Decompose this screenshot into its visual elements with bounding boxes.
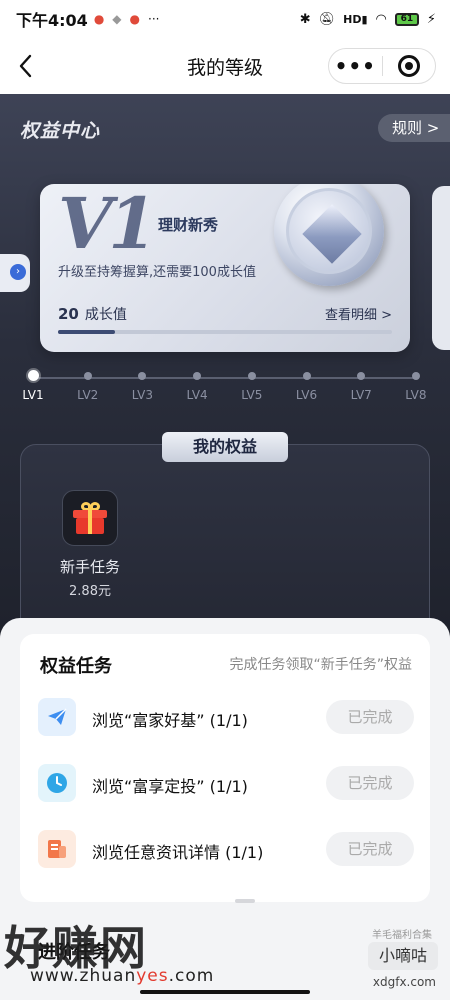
growth-value: 20 成长值: [58, 304, 127, 324]
rights-item-newbie[interactable]: [62, 490, 118, 546]
task-card-hint: 完成任务领取“新手任务”权益: [229, 657, 412, 673]
level-step-dot[interactable]: [247, 372, 256, 380]
notification-dot-icon: ●: [129, 12, 141, 26]
level-card: V1 理财新秀 升级至持筹握算,还需要100成长值 20 成长值 查看明细 >: [40, 184, 410, 352]
wifi-icon: ◠: [375, 11, 387, 27]
coin-inner: [286, 188, 372, 274]
task-label: 浏览“富家好基” (1/1): [92, 711, 248, 730]
level-step-label[interactable]: LV8: [396, 388, 436, 402]
paper-plane-icon: [38, 698, 76, 736]
close-button[interactable]: [382, 55, 435, 77]
level-step-label[interactable]: LV2: [68, 388, 108, 402]
level-step-label[interactable]: LV3: [122, 388, 162, 402]
more-button[interactable]: •••: [329, 54, 382, 78]
target-icon: [397, 55, 420, 77]
page-title: 我的等级: [186, 56, 263, 79]
battery-icon: 61: [394, 12, 419, 26]
task-card-title: 权益任务: [40, 656, 112, 677]
rules-button[interactable]: 规则 >: [378, 114, 450, 142]
growth-progress-fill: [58, 330, 115, 334]
watermark-badge-caption: 羊毛福利合集: [372, 930, 432, 941]
level-step-label[interactable]: LV5: [232, 388, 272, 402]
sheet-handle[interactable]: [235, 899, 255, 903]
task-done-button[interactable]: 已完成: [326, 832, 414, 866]
level-upgrade-hint: 升级至持筹握算,还需要100成长值: [58, 265, 256, 280]
growth-unit: 成长值: [84, 307, 127, 323]
watermark-site: xdgfx.com: [372, 975, 436, 989]
home-indicator[interactable]: [140, 990, 310, 994]
notification-dot-icon: ●: [93, 12, 105, 26]
side-floating-tab[interactable]: ›: [0, 254, 30, 292]
level-step-label[interactable]: LV7: [341, 388, 381, 402]
task-label: 浏览任意资讯详情 (1/1): [92, 843, 264, 862]
hd-signal-icon: HD▮: [343, 12, 368, 26]
watermark-badge: 小嘀咕: [368, 942, 438, 970]
notification-icons: ● ◆ ● ···: [94, 12, 160, 26]
level-step-dot[interactable]: [83, 372, 92, 380]
level-coin-icon: [274, 184, 384, 286]
status-bar: 下午4:04 ● ◆ ● ··· ✱ 🔕︎ HD▮ ◠ 61 ⚡: [0, 0, 450, 38]
level-step-label[interactable]: LV1: [13, 388, 53, 402]
level-step-dot[interactable]: [27, 370, 39, 381]
status-time: 下午4:04: [16, 11, 88, 30]
watermark-url-mid: yes: [136, 966, 169, 986]
bluetooth-icon: ✱: [299, 11, 311, 27]
status-right: ✱ 🔕︎ HD▮ ◠ 61 ⚡: [300, 12, 436, 27]
clock-icon: [38, 764, 76, 802]
document-icon: [38, 830, 76, 868]
rights-item-value: 2.88元: [69, 584, 111, 599]
charging-icon: ⚡: [426, 11, 436, 27]
task-done-button[interactable]: 已完成: [326, 766, 414, 800]
task-done-button[interactable]: 已完成: [326, 700, 414, 734]
next-level-card-peek[interactable]: [432, 186, 450, 350]
watermark-url-suffix: .com: [168, 966, 215, 986]
hero-title: 权益中心: [20, 120, 101, 142]
task-row: 浏览任意资讯详情 (1/1) 已完成: [38, 830, 414, 870]
task-row: 浏览“富享定投” (1/1) 已完成: [38, 764, 414, 804]
task-label: 浏览“富享定投” (1/1): [92, 777, 248, 796]
level-step-dot[interactable]: [411, 372, 420, 380]
watermark-url-prefix: www.zhuan: [30, 966, 137, 986]
gift-icon: [73, 502, 107, 534]
chevron-right-icon: ›: [10, 264, 26, 280]
level-badge-text: V1: [58, 184, 157, 265]
level-step-label[interactable]: LV4: [177, 388, 217, 402]
more-notifications: ···: [148, 12, 160, 26]
task-row: 浏览“富家好基” (1/1) 已完成: [38, 698, 414, 738]
rights-task-card: 权益任务 完成任务领取“新手任务”权益 浏览“富家好基” (1/1) 已完成 浏…: [20, 634, 430, 903]
notification-app-icon: ◆: [112, 12, 122, 26]
view-detail-link[interactable]: 查看明细 >: [325, 304, 392, 323]
diamond-icon: [302, 204, 362, 264]
watermark-url: www.zhuanyes.com: [30, 966, 214, 986]
level-hero: 权益中心 规则 > › V1 理财新秀 升级至持筹握算,还需要100成长值 20…: [0, 94, 450, 664]
growth-progress-bar: [58, 330, 392, 334]
my-rights-tab: 我的权益: [162, 432, 288, 462]
level-step-label[interactable]: LV6: [287, 388, 327, 402]
rights-item-name: 新手任务: [59, 558, 120, 576]
back-button[interactable]: [14, 52, 38, 80]
chevron-left-icon: [19, 54, 32, 78]
level-step-dot[interactable]: [302, 372, 311, 380]
mini-program-capsule: •••: [328, 48, 436, 84]
nav-bar: 我的等级 •••: [0, 38, 450, 94]
level-name: 理财新秀: [158, 216, 219, 234]
mute-icon: 🔕︎: [318, 11, 336, 27]
growth-number: 20: [58, 305, 79, 323]
